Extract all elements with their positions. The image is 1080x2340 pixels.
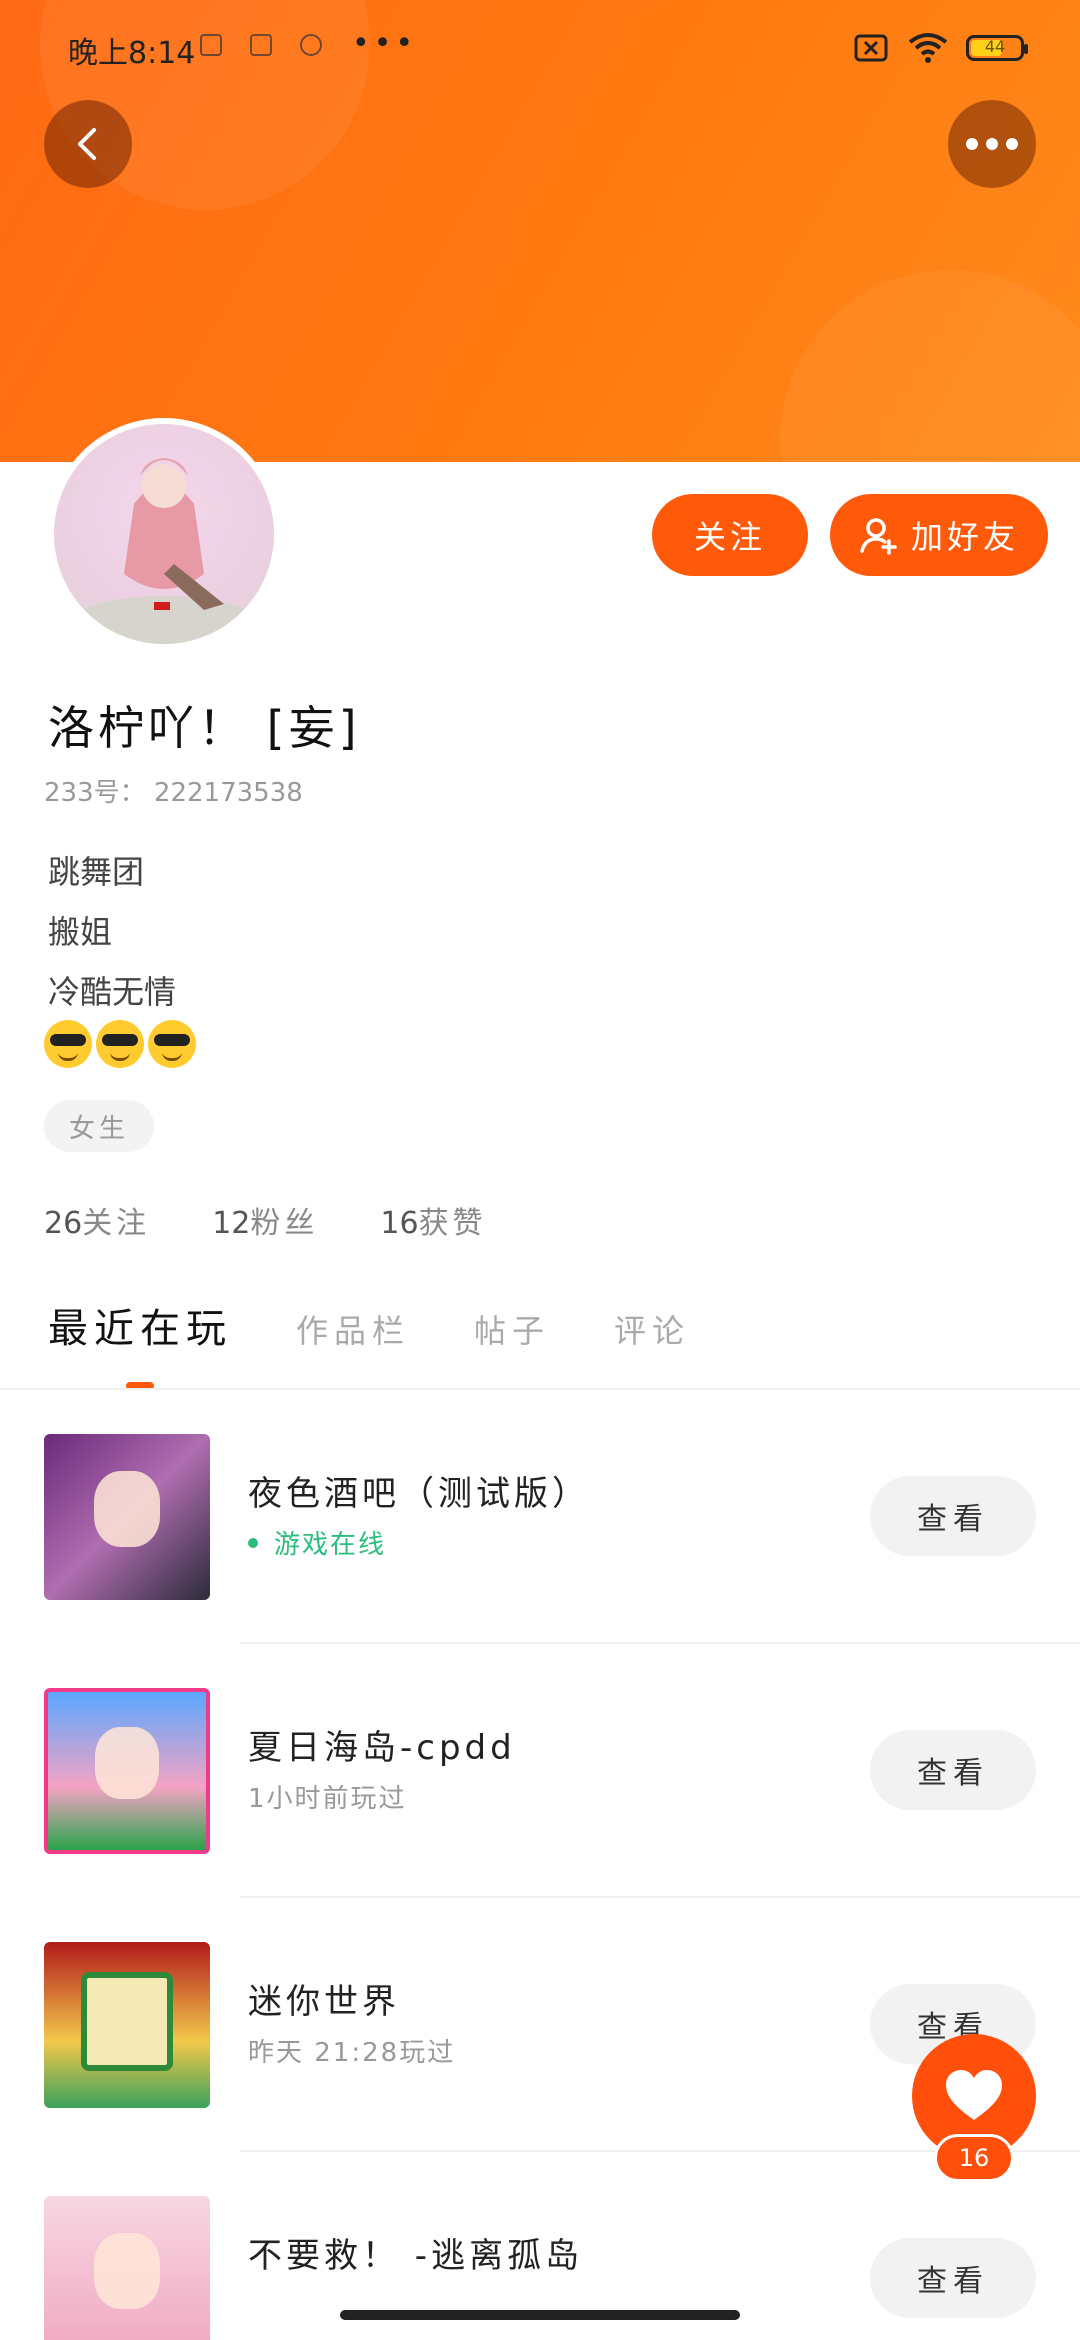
- game-list-item[interactable]: 夏日海岛-cpdd 1小时前玩过 查看: [0, 1644, 1080, 1898]
- profile-nickname: 洛柠吖！ [妄]: [48, 701, 361, 755]
- game-thumbnail: [44, 1688, 210, 1854]
- smiling-face-with-sunglasses-icon: [148, 1020, 196, 1068]
- game-title: 不要救！ -逃离孤岛: [248, 2236, 584, 2276]
- back-button[interactable]: [44, 100, 132, 188]
- online-dot-icon: [248, 1537, 258, 1548]
- fans-count: 12: [212, 1206, 251, 1241]
- tab-recent-played[interactable]: 最近在玩: [48, 1296, 232, 1354]
- profile-tabs: 最近在玩 作品栏 帖子 评论: [48, 1296, 690, 1354]
- profile-bio: 跳舞团 搬姐 冷酷无情: [48, 842, 176, 1022]
- game-status: 游戏在线: [248, 1524, 386, 1561]
- alarm-notification-icon: [300, 34, 322, 56]
- likes-count: 16: [380, 1206, 419, 1241]
- game-status-text: 游戏在线: [274, 1530, 387, 1560]
- view-game-button[interactable]: 查看: [870, 1730, 1036, 1810]
- status-bar: 晚上8:14 ••• 44: [0, 0, 1080, 96]
- status-time: 晚上8:14: [68, 36, 196, 71]
- game-title: 夏日海岛-cpdd: [248, 1728, 516, 1768]
- game-title: 夜色酒吧（测试版）: [248, 1474, 590, 1514]
- view-game-button[interactable]: 查看: [870, 2238, 1036, 2318]
- avatar-image: [54, 424, 274, 644]
- mail-notification-icon: [250, 34, 272, 56]
- bio-emojis: [44, 1020, 196, 1068]
- sim-disabled-icon: [854, 34, 888, 62]
- bio-line: 冷酷无情: [48, 973, 177, 1011]
- profile-uid: 233号： 222173538: [44, 772, 303, 809]
- add-friend-icon: [860, 518, 897, 555]
- header-decoration: [780, 270, 1080, 462]
- smiling-face-with-sunglasses-icon: [44, 1020, 92, 1068]
- following-count: 26: [44, 1206, 83, 1241]
- likes-label: 获赞: [418, 1206, 487, 1241]
- view-game-button[interactable]: 查看: [870, 1476, 1036, 1556]
- game-thumbnail: [44, 1434, 210, 1600]
- following-stat[interactable]: 26关注: [44, 1198, 150, 1242]
- uid-label: 233号：: [44, 778, 146, 808]
- tab-works[interactable]: 作品栏: [296, 1306, 410, 1352]
- status-icons: 44: [854, 30, 1028, 66]
- home-indicator[interactable]: [340, 2310, 740, 2320]
- more-notifications-icon: •••: [352, 26, 418, 61]
- avatar-character-illustration: [74, 458, 254, 644]
- add-friend-label: 加好友: [910, 518, 1019, 556]
- gender-tag: 女生: [44, 1100, 154, 1152]
- game-title: 迷你世界: [248, 1982, 400, 2022]
- battery-level: 44: [984, 37, 1006, 56]
- wifi-icon: [908, 33, 948, 63]
- game-last-played: 昨天 21:28玩过: [248, 2038, 456, 2068]
- game-list-item[interactable]: 夜色酒吧（测试版） 游戏在线 查看: [0, 1390, 1080, 1644]
- like-count-badge: 16: [934, 2134, 1014, 2182]
- fans-stat[interactable]: 12粉丝: [212, 1198, 318, 1242]
- follow-button[interactable]: 关注: [652, 494, 808, 576]
- avatar[interactable]: [48, 418, 280, 650]
- game-thumbnail: [44, 1942, 210, 2108]
- game-last-played: 1小时前玩过: [248, 1784, 407, 1814]
- profile-stats: 26关注 12粉丝 16获赞: [44, 1198, 487, 1242]
- heart-icon: [946, 2070, 1002, 2120]
- fans-label: 粉丝: [250, 1206, 319, 1241]
- following-label: 关注: [82, 1206, 151, 1241]
- tab-posts[interactable]: 帖子: [474, 1306, 550, 1352]
- add-friend-button[interactable]: 加好友: [830, 494, 1048, 576]
- bio-line: 跳舞团: [48, 853, 145, 891]
- chevron-left-icon: [78, 128, 96, 160]
- smiling-face-with-sunglasses-icon: [96, 1020, 144, 1068]
- uid-value: 222173538: [153, 778, 303, 808]
- bio-line: 搬姐: [48, 913, 113, 951]
- mail-notification-icon: [200, 34, 222, 56]
- game-thumbnail: [44, 2196, 210, 2340]
- more-options-button[interactable]: [948, 100, 1036, 188]
- recent-games-list: 夜色酒吧（测试版） 游戏在线 查看 夏日海岛-cpdd 1小时前玩过 查看 迷你…: [0, 1390, 1080, 2340]
- battery-icon: 44: [966, 35, 1028, 61]
- tab-comments[interactable]: 评论: [614, 1306, 690, 1352]
- likes-stat[interactable]: 16获赞: [380, 1198, 486, 1242]
- more-horizontal-icon: [966, 138, 1018, 150]
